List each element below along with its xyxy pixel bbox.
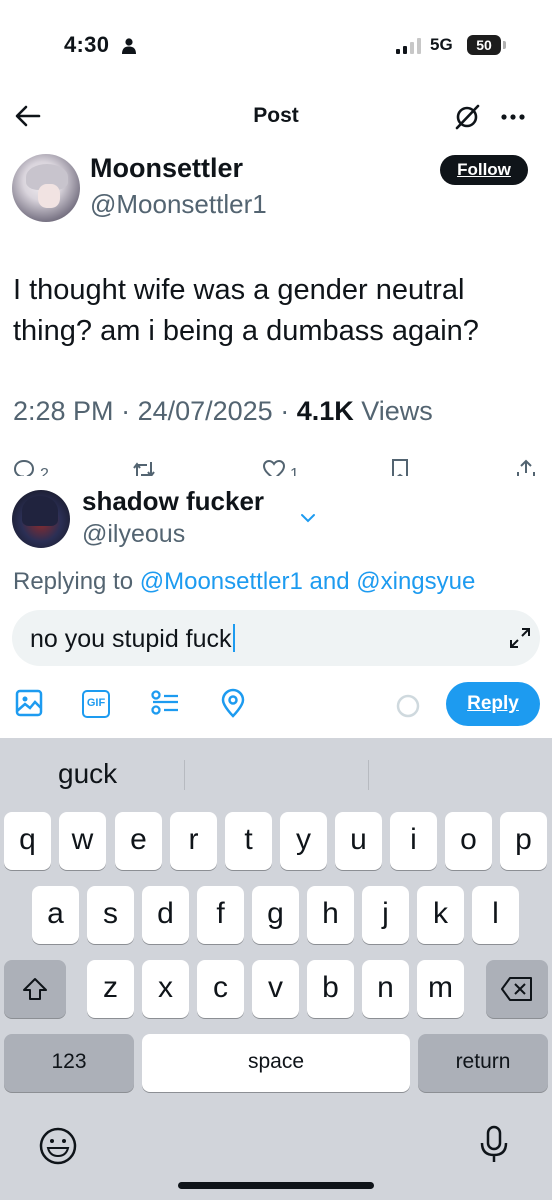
numbers-key[interactable]: 123	[4, 1034, 134, 1092]
bookmark-icon	[392, 459, 408, 476]
follow-button[interactable]: Follow	[440, 155, 528, 185]
reply-input[interactable]: no you stupid fuck	[12, 610, 540, 666]
key-a[interactable]: a	[32, 886, 79, 944]
divider	[184, 760, 185, 790]
reply-icon	[13, 459, 35, 476]
reply-input-text[interactable]: no you stupid fuck	[30, 624, 235, 654]
key-u[interactable]: u	[335, 812, 382, 870]
meta-separator: ·	[113, 396, 138, 426]
key-c[interactable]: c	[197, 960, 244, 1018]
post-time: 2:28 PM	[13, 396, 114, 426]
key-t[interactable]: t	[225, 812, 272, 870]
signal-icon	[396, 38, 421, 54]
bookmark-action[interactable]	[388, 458, 412, 476]
post-text: I thought wife was a gender neutral thin…	[13, 274, 479, 347]
status-time: 4:30	[64, 32, 110, 57]
post-meta: 2:28 PM · 24/07/2025 · 4.1K Views	[13, 396, 433, 427]
key-r[interactable]: r	[170, 812, 217, 870]
mention-link[interactable]: @Moonsettler1	[140, 568, 303, 595]
replying-prefix: Replying to	[13, 568, 140, 595]
key-m[interactable]: m	[417, 960, 464, 1018]
key-n[interactable]: n	[362, 960, 409, 1018]
key-h[interactable]: h	[307, 886, 354, 944]
divider	[368, 760, 369, 790]
key-e[interactable]: e	[115, 812, 162, 870]
key-b[interactable]: b	[307, 960, 354, 1018]
key-k[interactable]: k	[417, 886, 464, 944]
suggestion-bar: guck	[0, 738, 552, 810]
like-count: 1	[290, 466, 299, 476]
key-g[interactable]: g	[252, 886, 299, 944]
like-action[interactable]: 1	[262, 458, 299, 476]
location-icon[interactable]	[218, 688, 248, 718]
user-handle: @ilyeous	[82, 520, 186, 548]
expand-icon[interactable]	[508, 626, 532, 650]
post-date: 24/07/2025	[137, 396, 273, 426]
mention-link[interactable]: @xingsyue	[356, 568, 475, 595]
return-key[interactable]: return	[418, 1034, 548, 1092]
user-avatar[interactable]	[12, 490, 70, 548]
microphone-icon[interactable]	[474, 1124, 514, 1164]
shift-icon	[23, 978, 47, 1001]
post-header: Post	[0, 90, 552, 142]
delete-key[interactable]	[486, 960, 548, 1018]
character-count-icon	[396, 694, 420, 718]
repost-icon	[133, 462, 155, 476]
image-icon[interactable]	[14, 688, 44, 718]
composer-toolbar: GIF Reply	[0, 682, 552, 728]
share-icon	[517, 459, 535, 476]
backspace-icon	[501, 977, 532, 1002]
key-q[interactable]: q	[4, 812, 51, 870]
author-avatar[interactable]	[12, 154, 80, 222]
poll-icon[interactable]	[150, 688, 180, 718]
key-v[interactable]: v	[252, 960, 299, 1018]
grok-icon[interactable]	[452, 102, 482, 132]
shift-key[interactable]	[4, 960, 66, 1018]
key-o[interactable]: o	[445, 812, 492, 870]
reply-button[interactable]: Reply	[446, 682, 540, 726]
more-options-icon[interactable]	[498, 102, 528, 132]
suggestion-word[interactable]: guck	[58, 758, 117, 790]
author-name[interactable]: Moonsettler	[90, 153, 243, 184]
reply-count: 2	[40, 466, 49, 476]
heart-icon	[262, 459, 286, 476]
key-x[interactable]: x	[142, 960, 189, 1018]
views-count[interactable]: 4.1K	[297, 396, 354, 426]
space-key[interactable]: space	[142, 1034, 410, 1092]
key-i[interactable]: i	[390, 812, 437, 870]
replying-to[interactable]: Replying to @Moonsettler1 and @xingsyue	[13, 568, 475, 596]
key-l[interactable]: l	[472, 886, 519, 944]
status-bar: 4:30 5G 50	[0, 0, 552, 90]
chevron-down-icon[interactable]	[298, 508, 318, 528]
home-indicator	[178, 1182, 374, 1189]
emoji-icon[interactable]	[38, 1126, 78, 1166]
mention-and: and	[302, 568, 357, 595]
key-p[interactable]: p	[500, 812, 547, 870]
views-label: Views	[353, 396, 433, 426]
user-display-name: shadow fucker	[82, 486, 265, 516]
post-actions: 2 1	[0, 452, 552, 476]
key-f[interactable]: f	[197, 886, 244, 944]
key-w[interactable]: w	[59, 812, 106, 870]
reply-action[interactable]: 2	[12, 458, 49, 476]
person-icon	[122, 38, 136, 54]
key-y[interactable]: y	[280, 812, 327, 870]
key-z[interactable]: z	[87, 960, 134, 1018]
key-d[interactable]: d	[142, 886, 189, 944]
text-cursor	[232, 624, 235, 652]
meta-separator: ·	[272, 396, 297, 426]
ios-keyboard: guck q w e r t y u i o p a s d f g h j k…	[0, 738, 552, 1200]
reply-input-value: no you stupid fuck	[30, 625, 232, 653]
battery-icon: 50	[467, 35, 506, 55]
repost-action[interactable]	[132, 458, 156, 476]
key-s[interactable]: s	[87, 886, 134, 944]
author-handle[interactable]: @Moonsettler1	[90, 189, 267, 220]
reply-composer: shadow fucker @ilyeous Replying to @Moon…	[0, 476, 552, 738]
network-type: 5G	[430, 35, 453, 54]
share-action[interactable]	[514, 458, 538, 476]
gif-icon[interactable]: GIF	[82, 690, 110, 718]
key-j[interactable]: j	[362, 886, 409, 944]
